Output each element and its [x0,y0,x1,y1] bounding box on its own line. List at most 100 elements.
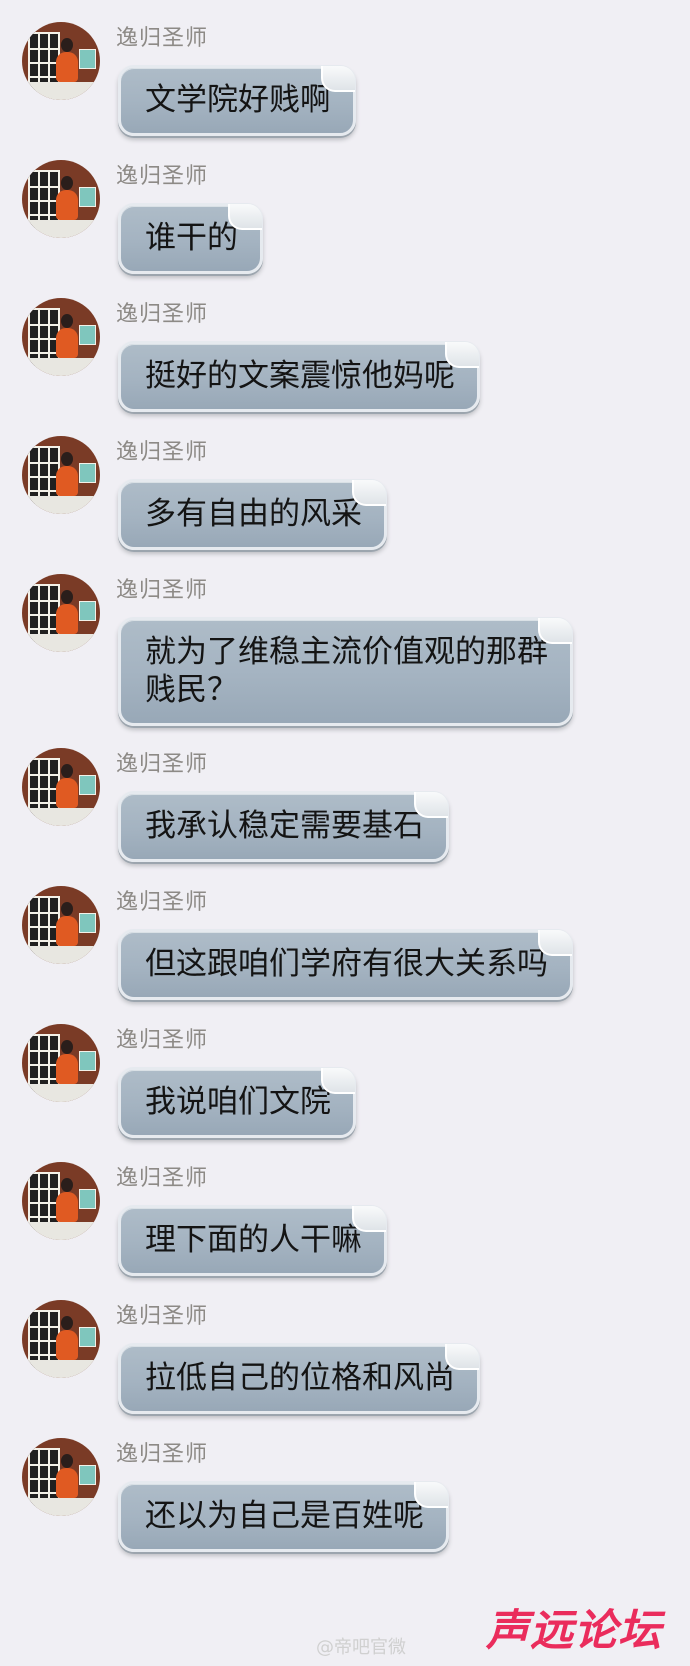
avatar-sign-icon [79,913,96,933]
avatar-table-icon [22,220,100,238]
avatar-person-icon [56,328,78,358]
avatar-table-icon [22,946,100,964]
avatar-head-icon [61,590,73,604]
avatar-head-icon [61,902,73,916]
message-text: 还以为自己是百姓呢 [145,1498,424,1534]
avatar-person-icon [56,1054,78,1084]
avatar-person-icon [56,1330,78,1360]
avatar[interactable] [22,748,100,826]
message-text: 我承认稳定需要基石 [145,808,424,844]
bubble-corner-icon [414,792,448,818]
avatar-head-icon [61,1040,73,1054]
sender-name: 逸归圣师 [116,440,209,465]
sender-name: 逸归圣师 [116,890,209,915]
avatar-table-icon [22,1360,100,1378]
avatar-person-icon [56,1192,78,1222]
avatar-sign-icon [79,325,96,345]
sender-name: 逸归圣师 [116,1166,209,1191]
message-text-line: 就为了维稳主流价值观的那群 [145,634,548,670]
avatar[interactable] [22,1438,100,1516]
avatar-table-icon [22,1498,100,1516]
message-bubble[interactable]: 挺好的文案震惊他妈呢 [118,341,480,412]
avatar-sign-icon [79,601,96,621]
sender-name: 逸归圣师 [116,26,209,51]
sender-name: 逸归圣师 [116,1028,209,1053]
sender-name: 逸归圣师 [116,1304,209,1329]
avatar-table-icon [22,496,100,514]
message-bubble[interactable]: 还以为自己是百姓呢 [118,1481,449,1552]
bubble-corner-icon [352,1206,386,1232]
bubble-corner-icon [538,930,572,956]
message-text: 拉低自己的位格和风尚 [145,1360,455,1396]
sender-name: 逸归圣师 [116,164,209,189]
message-bubble[interactable]: 拉低自己的位格和风尚 [118,1343,480,1414]
weibo-watermark: @帝吧官微 [316,1637,406,1658]
message-text: 但这跟咱们学府有很大关系吗 [145,946,548,982]
avatar[interactable] [22,1162,100,1240]
message-bubble[interactable]: 理下面的人干嘛 [118,1205,387,1276]
chat-log: 逸归圣师 文学院好贱啊 逸归圣师 谁干的 逸归圣师 挺好的文案震惊他妈呢 逸归圣… [0,0,690,1666]
avatar-sign-icon [79,49,96,69]
message-text-line: 贱民？ [145,672,238,708]
avatar-sign-icon [79,1051,96,1071]
avatar-table-icon [22,358,100,376]
avatar-person-icon [56,190,78,220]
avatar-head-icon [61,1454,73,1468]
bubble-corner-icon [321,66,355,92]
message-text: 理下面的人干嘛 [145,1222,362,1258]
avatar-sign-icon [79,463,96,483]
message-text: 挺好的文案震惊他妈呢 [145,358,455,394]
avatar[interactable] [22,436,100,514]
message-text: 多有自由的风采 [145,496,362,532]
sender-name: 逸归圣师 [116,1442,209,1467]
avatar-table-icon [22,808,100,826]
message-text: 我说咱们文院 [145,1084,331,1120]
avatar-head-icon [61,1178,73,1192]
avatar-sign-icon [79,1189,96,1209]
sender-name: 逸归圣师 [116,302,209,327]
avatar-person-icon [56,1468,78,1498]
bubble-corner-icon [352,480,386,506]
avatar-head-icon [61,764,73,778]
bubble-corner-icon [538,618,572,644]
message-bubble[interactable]: 就为了维稳主流价值观的那群 贱民？ [118,617,573,726]
avatar[interactable] [22,1024,100,1102]
bubble-corner-icon [445,342,479,368]
avatar[interactable] [22,574,100,652]
avatar-head-icon [61,1316,73,1330]
avatar-table-icon [22,1084,100,1102]
avatar-person-icon [56,466,78,496]
bubble-corner-icon [228,204,262,230]
avatar-head-icon [61,176,73,190]
avatar-table-icon [22,1222,100,1240]
avatar[interactable] [22,22,100,100]
message-bubble[interactable]: 我说咱们文院 [118,1067,356,1138]
message-text: 谁干的 [145,220,238,256]
bubble-corner-icon [414,1482,448,1508]
avatar-person-icon [56,916,78,946]
avatar-sign-icon [79,1465,96,1485]
avatar-head-icon [61,314,73,328]
forum-logo: 声远论坛 [486,1606,662,1656]
bubble-corner-icon [321,1068,355,1094]
avatar-person-icon [56,778,78,808]
message-text: 文学院好贱啊 [145,82,331,118]
avatar-table-icon [22,82,100,100]
message-bubble[interactable]: 多有自由的风采 [118,479,387,550]
avatar-head-icon [61,38,73,52]
sender-name: 逸归圣师 [116,578,209,603]
message-bubble[interactable]: 文学院好贱啊 [118,65,356,136]
avatar[interactable] [22,1300,100,1378]
bubble-corner-icon [445,1344,479,1370]
avatar[interactable] [22,160,100,238]
avatar[interactable] [22,886,100,964]
avatar[interactable] [22,298,100,376]
avatar-person-icon [56,52,78,82]
avatar-sign-icon [79,187,96,207]
avatar-sign-icon [79,775,96,795]
message-bubble[interactable]: 谁干的 [118,203,263,274]
sender-name: 逸归圣师 [116,752,209,777]
message-bubble[interactable]: 但这跟咱们学府有很大关系吗 [118,929,573,1000]
message-bubble[interactable]: 我承认稳定需要基石 [118,791,449,862]
avatar-sign-icon [79,1327,96,1347]
